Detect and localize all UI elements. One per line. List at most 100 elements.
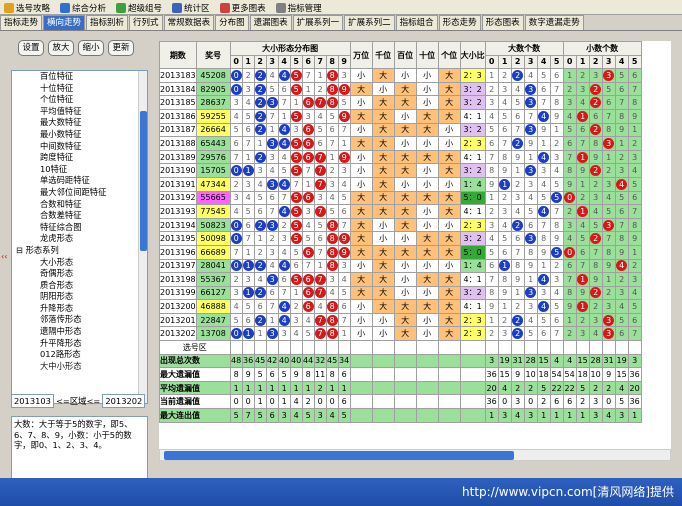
tree-item[interactable]: 跨度特征	[12, 152, 147, 164]
tab-11[interactable]: 形态图表	[481, 15, 524, 30]
tree-item[interactable]: 阴阳形态	[12, 291, 147, 303]
select-row[interactable]: 选号区	[159, 340, 642, 355]
table-row[interactable]: 2013201 22847 5 6 2 1 4 3 4 7 8 7 小小大小大 2：3 1 2 2 4 5 6 1 2 3 3…	[159, 312, 642, 328]
settings-button[interactable]: 设置	[18, 40, 44, 56]
position-cell: 小	[349, 95, 373, 110]
big-count-cell: 2	[510, 68, 525, 83]
tree-item[interactable]: 012路形态	[12, 349, 147, 361]
tree-item[interactable]: 平均值特征	[12, 106, 147, 118]
table-row[interactable]: 2013184 82905 0 3 2 5 6 5 1 2 8 9 大小大小大 3：2 2 3 4 3 6 7 2 3 2 5…	[159, 81, 642, 97]
tab-0[interactable]: 指标走势	[0, 15, 43, 30]
tree-item[interactable]: 特征综合图	[12, 222, 147, 234]
ball: 3	[525, 97, 537, 109]
tab-8[interactable]: 扩展系列二	[344, 15, 395, 30]
select-cell	[415, 340, 439, 355]
dist-cell: 3	[265, 149, 279, 165]
collapse-marker-icon[interactable]: ‹‹	[1, 252, 7, 261]
table-row[interactable]: 2013190 15705 0 1 3 4 5 5 7 7 2 3 小大大小大 3：2 8 9 1 3 3 4 8 9 2 2…	[159, 163, 642, 178]
tree-item[interactable]: 合数差特征	[12, 210, 147, 222]
tree-item[interactable]: 最大数特征	[12, 117, 147, 129]
stats-big-cell: 22	[549, 380, 564, 396]
grid-horizontal-scrollbar[interactable]	[159, 449, 671, 461]
table-row[interactable]: 2013187 26664 5 6 2 1 4 3 6 5 6 7 小大大大小 3：2 5 6 7 3 9 1 5 6 2 8…	[159, 122, 642, 138]
zoom-in-button[interactable]: 放大	[48, 40, 74, 56]
small-count-cell: 5	[575, 231, 590, 246]
table-row[interactable]: 2013202 13708 0 1 1 3 3 4 5 7 8 1 小小大小大 2：3 2 3 2 5 6 7 2 3 4 3…	[159, 326, 642, 342]
stats-dist-cell: 0	[241, 394, 255, 410]
tree-item[interactable]: 升平降形态	[12, 338, 147, 350]
table-row[interactable]: 2013199 66127 3 1 2 6 7 1 6 7 4 5 大大小小大 3：2 8 9 1 3 3 4 8 9 2 2…	[159, 285, 642, 301]
tree-scrollbar-thumb[interactable]	[140, 111, 147, 251]
tree-item[interactable]: 质合形态	[12, 280, 147, 292]
range-to-select[interactable]: 2013202	[102, 394, 146, 408]
toolbar-charts-button[interactable]: 更多图表	[218, 1, 270, 15]
big-count-cell: 1	[536, 258, 551, 274]
toolbar-combine-button[interactable]: 超级组号	[114, 1, 166, 15]
tab-12[interactable]: 数字遗漏走势	[524, 15, 584, 30]
tab-3[interactable]: 行列式	[129, 15, 163, 30]
toolbar-analysis-button[interactable]: 综合分析	[58, 1, 110, 15]
tree-item[interactable]: 邻落传形态	[12, 314, 147, 326]
zoom-out-button[interactable]: 缩小	[78, 40, 104, 56]
dist-cell: 2	[253, 81, 267, 97]
tab-1[interactable]: 横向走势	[43, 15, 86, 30]
tree-item[interactable]: 龙虎形态	[12, 233, 147, 245]
small-count-cell: 6	[627, 190, 642, 206]
table-row[interactable]: 2013186 59255 4 5 2 7 1 5 3 4 5 9 大大小大大 4：1 4 5 6 7 4 9 4 1 6 7…	[159, 108, 642, 124]
tab-5[interactable]: 分布图	[215, 15, 249, 30]
tree-item[interactable]: 大中小形态	[12, 361, 147, 373]
table-row[interactable]: 2013183 45208 0 2 2 4 4 5 7 1 8 3 小大小小大 2：3 1 2 2 4 5 6 1 2 3 3…	[159, 68, 642, 83]
tree-item[interactable]: 单选码距特征	[12, 175, 147, 187]
tree-scrollbar[interactable]	[138, 71, 147, 403]
table-row[interactable]: 2013198 55367 2 3 4 3 6 5 6 7 3 4 大大小大大 4：1 7 8 9 1 4 3 7 1 9 1…	[159, 272, 642, 287]
table-row[interactable]: 2013185 28637 3 4 2 3 7 1 6 7 8 5 小大大小大 3：2 3 4 5 3 7 8 3 4 2 6…	[159, 95, 642, 110]
table-row[interactable]: 2013196 66689 7 1 2 3 4 5 6 7 8 9 大大大大大 5：0 5 6 7 8 9 5 0 6 7 8…	[159, 244, 642, 260]
tree-item[interactable]: 遗隔中形态	[12, 326, 147, 338]
tree-item[interactable]: 中间数特征	[12, 141, 147, 153]
toolbar-stats-button[interactable]: 统计区	[170, 1, 214, 15]
tab-7[interactable]: 扩展系列一	[292, 15, 344, 30]
tree-item[interactable]: 合数和特征	[12, 199, 147, 211]
tree-item[interactable]: ⊟ 形态系列	[12, 245, 147, 257]
tree-item[interactable]: 最小数特征	[12, 129, 147, 141]
table-row[interactable]: 2013193 77545 4 5 6 7 4 5 3 7 5 6 大大大小大 4：1 2 3 4 5 4 7 2 1 4 5…	[159, 204, 642, 219]
big-count-cell: 5	[549, 244, 564, 260]
big-count-cell: 2	[549, 136, 564, 151]
table-row[interactable]: 2013194 50823 0 6 2 3 2 5 4 5 8 7 大小大小小 2：3 3 4 2 6 7 8 3 4 5 3…	[159, 217, 642, 233]
tab-9[interactable]: 指标组合	[395, 15, 438, 30]
ratio-cell: 4：1	[459, 299, 486, 314]
stats-dist-cell: 1	[265, 380, 279, 396]
table-row[interactable]: 2013197 28041 0 1 2 4 4 6 7 1 8 3 小大小小小 1：4 6 1 8 9 1 2 6 7 8 9…	[159, 258, 642, 274]
tab-6[interactable]: 遗漏图表	[249, 15, 292, 30]
stats-pos-cell	[371, 394, 395, 410]
tree-item[interactable]: 10特征	[12, 164, 147, 176]
trend-grid[interactable]: 期数 奖号 大小形态分布图 万位 千位 百位 十位 个位 大小比 大数个数 小数个数 0 1 2 3 4 5 6 7…	[159, 41, 671, 449]
tab-10[interactable]: 形态走势	[438, 15, 481, 30]
tree-item[interactable]: 升降形态	[12, 303, 147, 315]
table-row[interactable]: 2013191 47344 2 3 4 3 4 7 1 7 3 4 小大小小小 1：4 9 1 2 3 4 5 9 1 2 3…	[159, 176, 642, 192]
table-row[interactable]: 2013192 55665 3 4 5 6 7 5 6 3 4 5 大大大大大 5：0 1 2 3 4 5 5 0 2 3 4…	[159, 190, 642, 206]
tree-item[interactable]: 个位特征	[12, 94, 147, 106]
dist-cell: 6	[301, 244, 315, 260]
tree-item[interactable]: 百位特征	[12, 71, 147, 83]
tree-item[interactable]: 十位特征	[12, 83, 147, 95]
table-row[interactable]: 2013200 46888 4 5 6 7 4 2 6 4 8 6 小大大大大 4：1 9 1 2 3 4 5 9 1 2 3…	[159, 299, 642, 314]
grid-scrollbar-thumb[interactable]	[164, 451, 514, 460]
small-count-cell: 6	[627, 68, 642, 83]
tab-4[interactable]: 常规数据表	[163, 15, 215, 30]
toolbar-guide-button[interactable]: 选号攻略	[2, 1, 54, 15]
dist-cell: 6	[301, 272, 315, 287]
refresh-button[interactable]: 更新	[108, 40, 134, 56]
tree-item[interactable]: 大小形态	[12, 257, 147, 269]
toolbar-label: 超级组号	[128, 4, 163, 14]
dist-cell: 2	[265, 231, 279, 246]
range-from-select[interactable]: 2013103	[11, 394, 54, 408]
table-row[interactable]: 2013195 50098 0 7 1 2 3 5 5 6 8 9 大小小大大 3：2 4 5 6 3 8 9 4 5 2 7…	[159, 231, 642, 246]
indicator-tree[interactable]: 百位特征 十位特征 个位特征 平均值特征 最大数特征 最小数特征 中间数特征 跨度特征 10特征…	[11, 70, 148, 404]
table-row[interactable]: 2013188 65443 6 7 1 3 4 5 6 6 7 1 大大小小小 2：3 6 7 2 9 1 2 6 7 8 3…	[159, 136, 642, 151]
tree-item[interactable]: 最大邻位间距特征	[12, 187, 147, 199]
tree-item[interactable]: 奇偶形态	[12, 268, 147, 280]
table-row[interactable]: 2013189 29576 7 1 2 3 4 5 6 7 1 9 小大大大大 4：1 7 8 9 1 4 3 7 1 9 1…	[159, 149, 642, 165]
tab-2[interactable]: 指标别析	[86, 15, 129, 30]
toolbar-manage-button[interactable]: 指标管理	[274, 1, 326, 15]
